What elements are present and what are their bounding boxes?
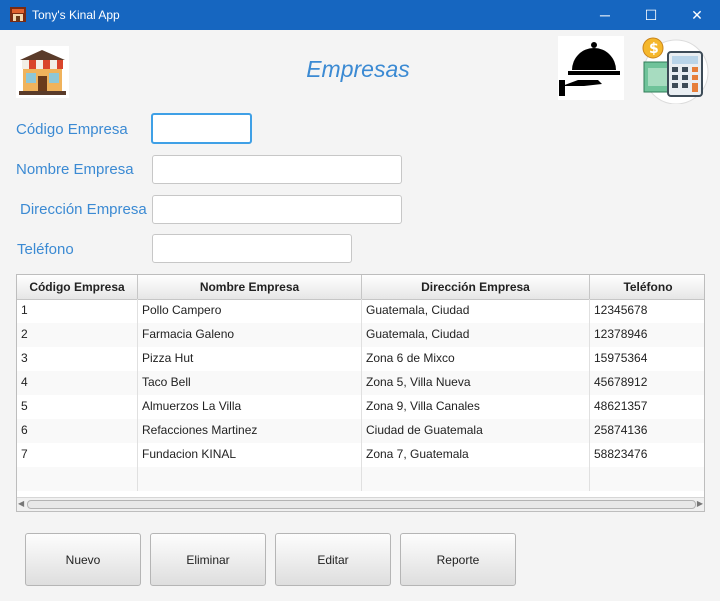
table-row[interactable]: 3 Pizza Hut Zona 6 de Mixco 15975364 xyxy=(17,347,704,371)
scroll-right-icon[interactable]: ▶ xyxy=(697,499,703,508)
editar-button[interactable]: Editar xyxy=(275,533,391,586)
cell-telefono: 45678912 xyxy=(590,371,704,395)
cell-nombre: Refacciones Martinez xyxy=(138,419,362,443)
cell-telefono: 15975364 xyxy=(590,347,704,371)
close-button[interactable]: ✕ xyxy=(674,0,720,30)
nuevo-button[interactable]: Nuevo xyxy=(25,533,141,586)
cell-direccion: Zona 6 de Mixco xyxy=(362,347,590,371)
cell-codigo: 2 xyxy=(17,323,138,347)
cell-nombre: Fundacion KINAL xyxy=(138,443,362,467)
nombre-empresa-label: Nombre Empresa xyxy=(16,161,134,178)
table-row[interactable]: 7 Fundacion KINAL Zona 7, Guatemala 5882… xyxy=(17,443,704,467)
cell-codigo: 3 xyxy=(17,347,138,371)
window-title: Tony's Kinal App xyxy=(32,8,120,22)
horizontal-scrollbar[interactable]: ◀ ▶ xyxy=(17,497,704,511)
cell-telefono: 12345678 xyxy=(590,299,704,323)
scroll-left-icon[interactable]: ◀ xyxy=(18,499,24,508)
eliminar-button[interactable]: Eliminar xyxy=(150,533,266,586)
direccion-empresa-label: Dirección Empresa xyxy=(20,201,147,218)
cell-nombre: Pizza Hut xyxy=(138,347,362,371)
table-row[interactable]: 2 Farmacia Galeno Guatemala, Ciudad 1237… xyxy=(17,323,704,347)
column-header-telefono[interactable]: Teléfono xyxy=(590,275,704,299)
scrollbar-thumb[interactable] xyxy=(27,500,696,509)
cell-codigo: 1 xyxy=(17,299,138,323)
app-icon xyxy=(10,7,26,22)
empresas-table[interactable]: Código Empresa Nombre Empresa Dirección … xyxy=(16,274,705,512)
table-row[interactable]: 1 Pollo Campero Guatemala, Ciudad 123456… xyxy=(17,299,704,323)
empty-cell xyxy=(590,467,704,491)
codigo-empresa-label: Código Empresa xyxy=(16,121,128,138)
telefono-input[interactable] xyxy=(152,234,352,263)
cell-telefono: 12378946 xyxy=(590,323,704,347)
page-title: Empresas xyxy=(306,56,410,82)
cell-codigo: 4 xyxy=(17,371,138,395)
codigo-empresa-input[interactable] xyxy=(151,113,252,144)
nombre-empresa-input[interactable] xyxy=(152,155,402,184)
table-row[interactable]: 5 Almuerzos La Villa Zona 9, Villa Canal… xyxy=(17,395,704,419)
direccion-empresa-input[interactable] xyxy=(152,195,402,224)
cell-direccion: Guatemala, Ciudad xyxy=(362,299,590,323)
cell-direccion: Guatemala, Ciudad xyxy=(362,323,590,347)
calculator-money-icon: $ xyxy=(642,37,709,104)
cell-direccion: Zona 9, Villa Canales xyxy=(362,395,590,419)
restaurant-building-icon xyxy=(16,46,69,98)
table-row[interactable]: 6 Refacciones Martinez Ciudad de Guatema… xyxy=(17,419,704,443)
cell-codigo: 5 xyxy=(17,395,138,419)
empty-table-row xyxy=(17,467,704,491)
column-header-nombre[interactable]: Nombre Empresa xyxy=(138,275,362,299)
cloche-hand-icon xyxy=(558,36,624,100)
cell-nombre: Almuerzos La Villa xyxy=(138,395,362,419)
cell-telefono: 48621357 xyxy=(590,395,704,419)
table-row[interactable]: 4 Taco Bell Zona 5, Villa Nueva 45678912 xyxy=(17,371,704,395)
cell-codigo: 7 xyxy=(17,443,138,467)
cell-telefono: 58823476 xyxy=(590,443,704,467)
maximize-button[interactable]: ☐ xyxy=(628,0,674,30)
title-bar: Tony's Kinal App ─ ☐ ✕ xyxy=(0,0,720,30)
cell-telefono: 25874136 xyxy=(590,419,704,443)
cell-nombre: Pollo Campero xyxy=(138,299,362,323)
svg-text:$: $ xyxy=(649,41,659,57)
telefono-label: Teléfono xyxy=(17,241,74,258)
column-header-codigo[interactable]: Código Empresa xyxy=(17,275,138,299)
table-header: Código Empresa Nombre Empresa Dirección … xyxy=(17,275,704,300)
minimize-button[interactable]: ─ xyxy=(582,0,628,30)
cell-direccion: Zona 5, Villa Nueva xyxy=(362,371,590,395)
cell-direccion: Ciudad de Guatemala xyxy=(362,419,590,443)
empty-cell xyxy=(17,467,138,491)
reporte-button[interactable]: Reporte xyxy=(400,533,516,586)
empty-cell xyxy=(138,467,362,491)
cell-codigo: 6 xyxy=(17,419,138,443)
cell-nombre: Farmacia Galeno xyxy=(138,323,362,347)
cell-nombre: Taco Bell xyxy=(138,371,362,395)
column-header-direccion[interactable]: Dirección Empresa xyxy=(362,275,590,299)
empty-cell xyxy=(362,467,590,491)
cell-direccion: Zona 7, Guatemala xyxy=(362,443,590,467)
